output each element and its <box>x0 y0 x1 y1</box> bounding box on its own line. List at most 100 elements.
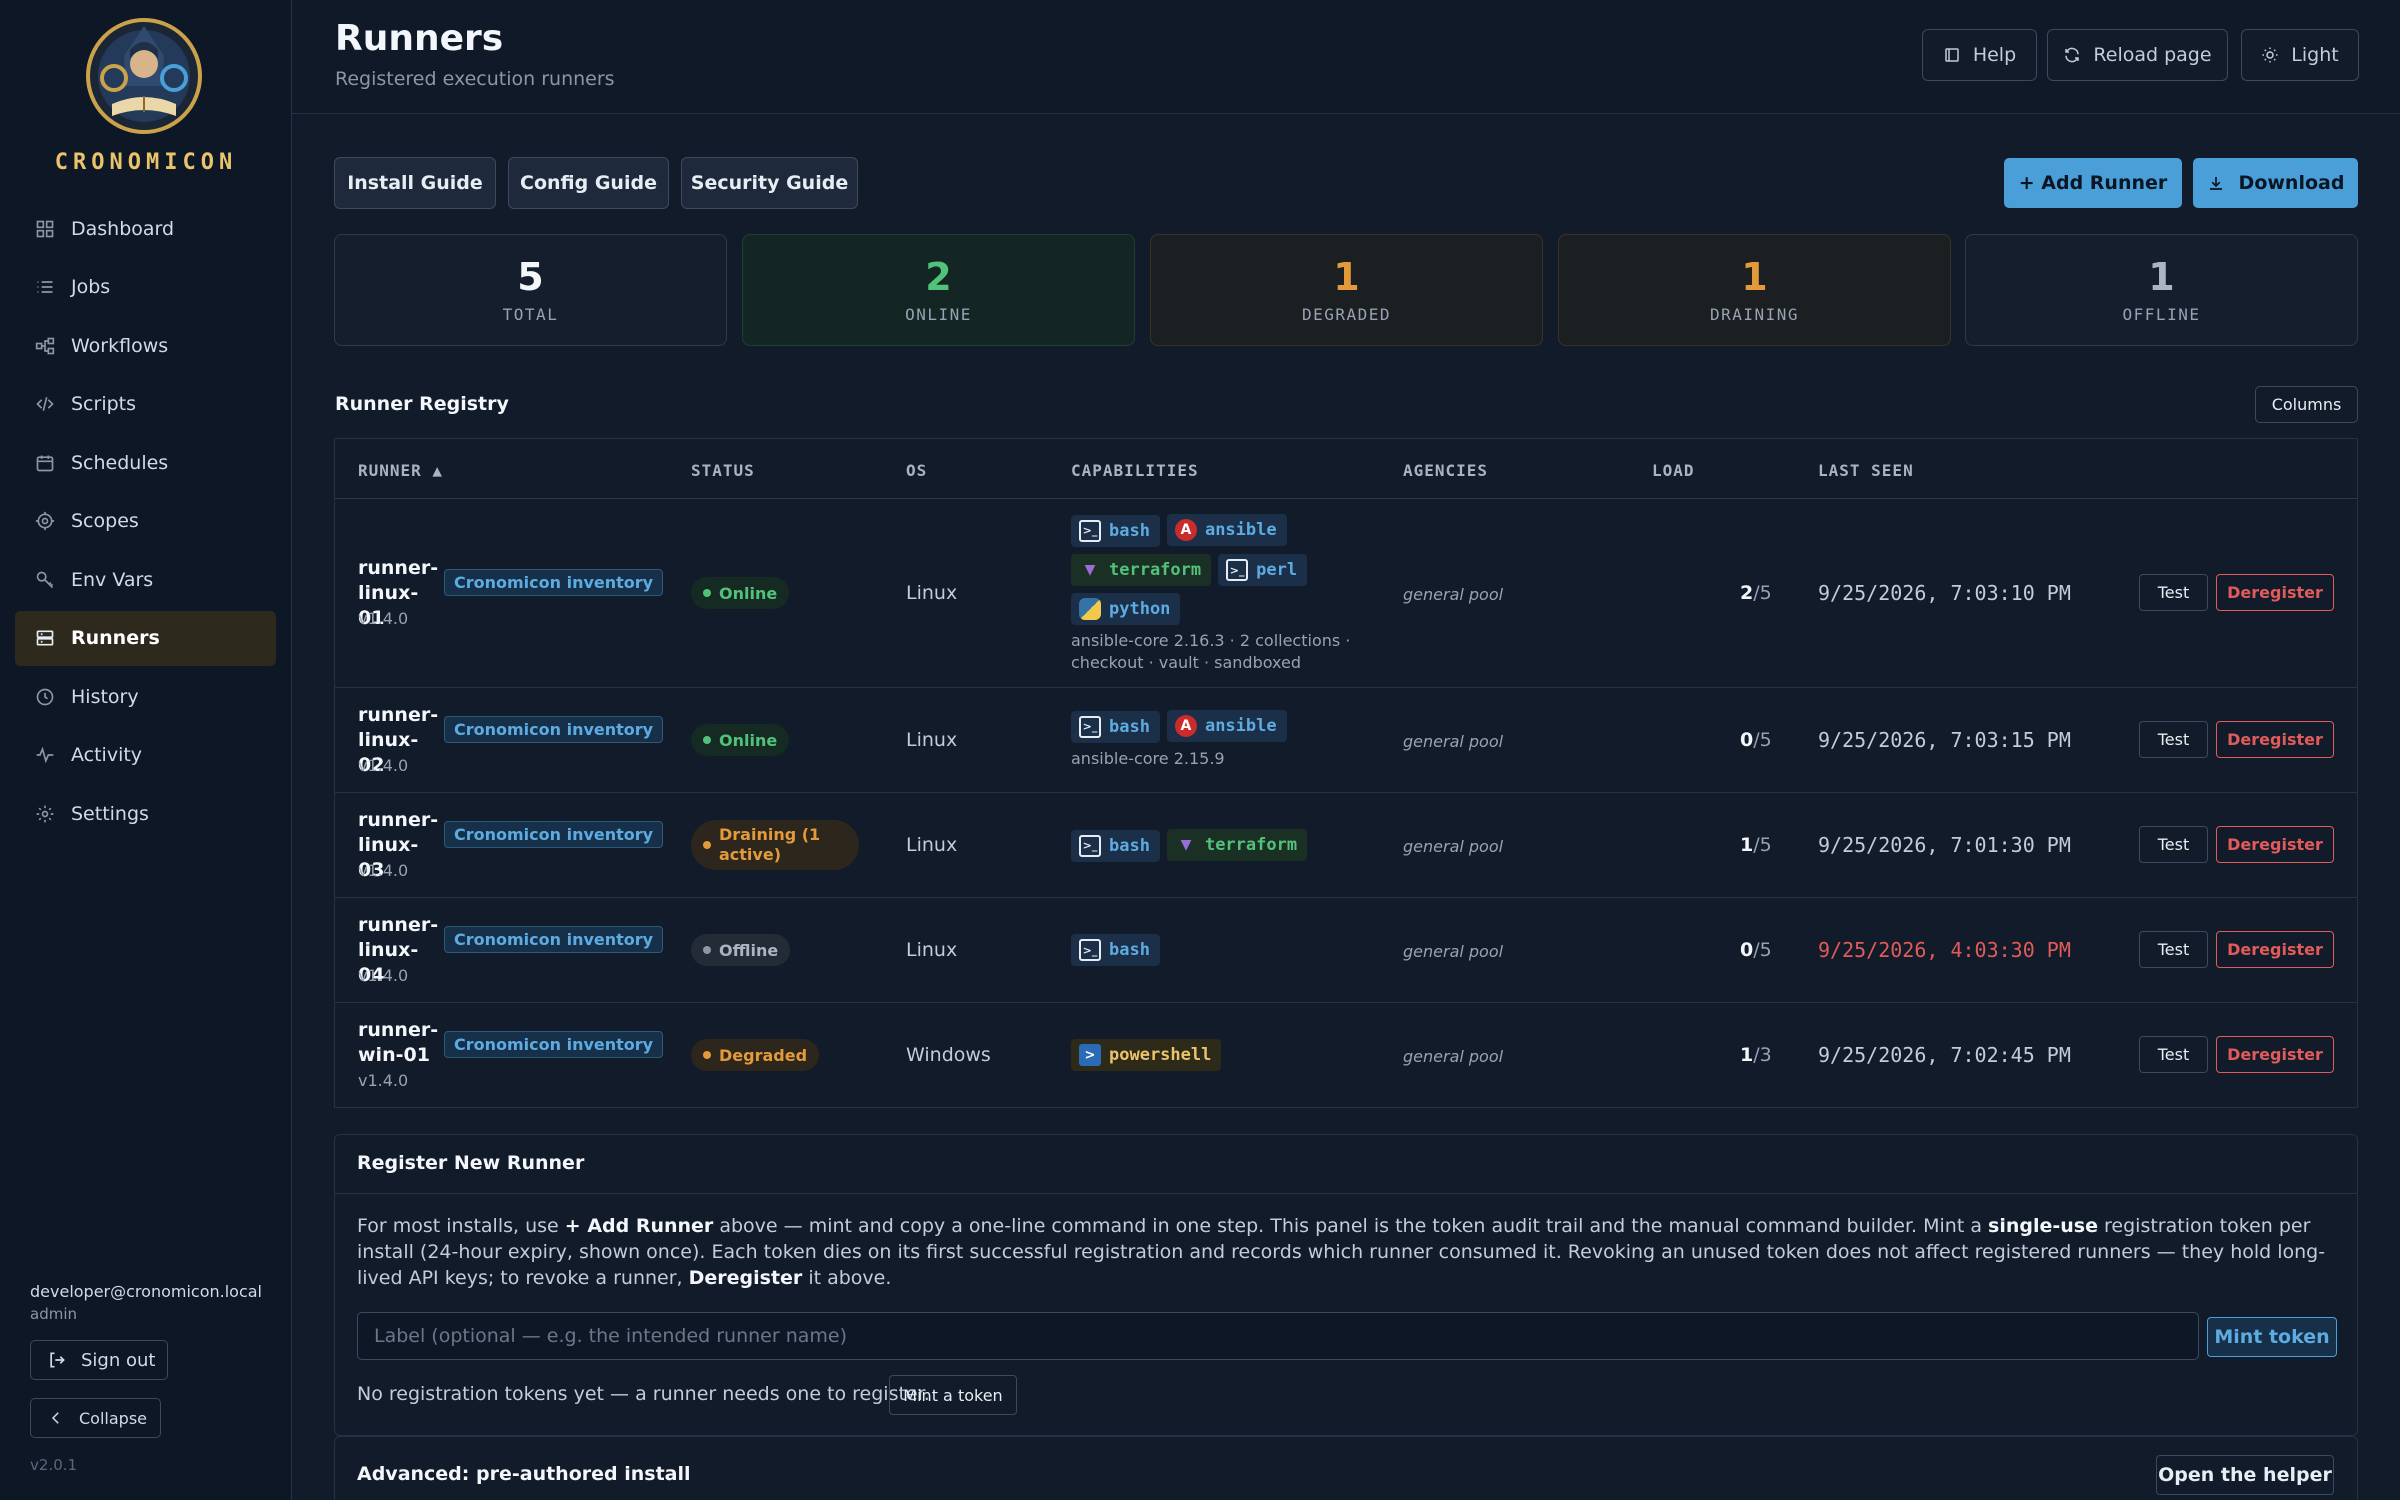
page-header: Runners Registered execution runners Hel… <box>292 0 2400 114</box>
add-runner-button[interactable]: + Add Runner <box>2004 158 2182 208</box>
deregister-button[interactable]: Deregister <box>2216 826 2334 863</box>
capability-label: bash <box>1109 520 1150 541</box>
test-button[interactable]: Test <box>2139 931 2208 968</box>
deregister-button[interactable]: Deregister <box>2216 721 2334 758</box>
col-os[interactable]: OS <box>906 461 927 480</box>
test-button[interactable]: Test <box>2139 826 2208 863</box>
deregister-button[interactable]: Deregister <box>2216 1036 2334 1073</box>
activity-icon <box>33 743 57 767</box>
install-guide-button[interactable]: Install Guide <box>334 157 496 209</box>
capability-label: terraform <box>1109 559 1202 580</box>
security-guide-button[interactable]: Security Guide <box>681 157 858 209</box>
load-max: /5 <box>1753 729 1772 751</box>
terraform-icon: ▼ <box>1084 561 1096 578</box>
sidebar-item-activity[interactable]: Activity <box>15 728 276 783</box>
sidebar-item-jobs[interactable]: Jobs <box>15 260 276 315</box>
status-label: Online <box>719 730 778 750</box>
sign-out-button[interactable]: Sign out <box>30 1340 168 1380</box>
runner-os: Linux <box>906 582 958 604</box>
collapse-button[interactable]: Collapse <box>30 1398 161 1438</box>
terminal-icon: >_ <box>1079 834 1101 857</box>
runner-load: 0/5 <box>1740 939 1772 961</box>
col-status[interactable]: STATUS <box>691 461 755 480</box>
capability-note: ansible-core 2.16.3 · 2 collections · ch… <box>1071 631 1351 672</box>
theme-label: Light <box>2291 44 2339 66</box>
register-panel: Register New Runner For most installs, u… <box>334 1134 2358 1436</box>
status-dot <box>703 589 711 597</box>
terminal-icon: >_ <box>1079 715 1101 738</box>
chevron-left-icon <box>51 1412 59 1424</box>
code-icon <box>33 392 57 416</box>
collapse-label: Collapse <box>79 1408 147 1428</box>
text: above — mint and copy a one-line command… <box>713 1215 1989 1237</box>
theme-toggle-button[interactable]: Light <box>2241 29 2359 81</box>
inventory-tag: Cronomicon inventory <box>444 821 664 848</box>
register-title: Register New Runner <box>357 1152 585 1174</box>
deregister-button[interactable]: Deregister <box>2216 574 2334 611</box>
sidebar-item-workflows[interactable]: Workflows <box>15 318 276 373</box>
runner-load: 1/3 <box>1740 1044 1772 1066</box>
test-button[interactable]: Test <box>2139 721 2208 758</box>
load-max: /3 <box>1753 1044 1772 1066</box>
runner-load: 1/5 <box>1740 834 1772 856</box>
calendar-icon <box>33 451 57 475</box>
columns-button[interactable]: Columns <box>2255 386 2358 423</box>
sidebar-item-schedules[interactable]: Schedules <box>15 435 276 490</box>
runner-version: v1.4.0 <box>358 609 409 628</box>
sidebar-item-scopes[interactable]: Scopes <box>15 494 276 549</box>
sidebar-item-runners[interactable]: Runners <box>15 610 276 666</box>
capability-chip: >_ bash <box>1071 514 1160 547</box>
mint-token-button[interactable]: Mint token <box>2207 1317 2337 1357</box>
table-row: runner-linux-03 v1.4.0 Cronomicon invent… <box>335 793 2357 898</box>
text: it above. <box>802 1267 892 1289</box>
col-runner[interactable]: RUNNER ▲ <box>358 461 443 480</box>
powershell-icon: > <box>1079 1044 1101 1066</box>
capability-chip: ▼ terraform <box>1071 553 1212 586</box>
user-role: admin <box>30 1305 77 1323</box>
load-current: 2 <box>1740 582 1754 604</box>
help-button[interactable]: Help <box>1922 29 2037 81</box>
capability-chip: Aansible <box>1166 710 1287 742</box>
col-last-seen[interactable]: LAST SEEN <box>1818 461 1914 480</box>
runner-agency: general pool <box>1403 942 1504 961</box>
reload-button[interactable]: Reload page <box>2047 29 2228 81</box>
sidebar-item-scripts[interactable]: Scripts <box>15 377 276 432</box>
status-badge: Degraded <box>691 1039 820 1071</box>
capability-chip: >_ bash <box>1071 829 1160 862</box>
sidebar-item-env-vars[interactable]: Env Vars <box>15 552 276 607</box>
deregister-button[interactable]: Deregister <box>2216 931 2334 968</box>
runner-name[interactable]: runner-win-01 <box>358 1018 438 1068</box>
mint-a-token-button[interactable]: Mint a token <box>889 1375 1017 1415</box>
inventory-tag: Cronomicon inventory <box>444 926 664 953</box>
capability-chip: >_ bash <box>1071 710 1160 743</box>
test-button[interactable]: Test <box>2139 574 2208 611</box>
stat-draining: 1 DRAINING <box>1558 234 1951 346</box>
runner-load: 0/5 <box>1740 729 1772 751</box>
capability-chip: > powershell <box>1071 1039 1222 1071</box>
col-agencies[interactable]: AGENCIES <box>1403 461 1488 480</box>
config-guide-button[interactable]: Config Guide <box>508 157 669 209</box>
col-load[interactable]: LOAD <box>1652 461 1695 480</box>
sidebar-item-dashboard[interactable]: Dashboard <box>15 201 276 256</box>
sidebar-item-history[interactable]: History <box>15 669 276 724</box>
status-label: Online <box>719 583 778 603</box>
sidebar-item-settings[interactable]: Settings <box>15 786 276 841</box>
runner-os: Windows <box>906 1044 991 1066</box>
capability-label: bash <box>1109 835 1150 856</box>
stat-value: 1 <box>1333 255 1360 299</box>
token-label-input[interactable] <box>357 1312 2199 1360</box>
sidebar-item-label: Settings <box>71 802 149 825</box>
last-seen: 9/25/2026, 7:03:15 PM <box>1818 728 2071 752</box>
col-capabilities[interactable]: CAPABILITIES <box>1071 461 1199 480</box>
capability-note: ansible-core 2.15.9 <box>1071 748 1225 768</box>
ansible-icon: A <box>1174 519 1197 541</box>
download-button[interactable]: Download <box>2193 158 2358 208</box>
capability-chip: >_ bash <box>1071 934 1160 966</box>
capability-chip: >_ perl <box>1218 554 1308 586</box>
stat-value: 1 <box>1741 255 1768 299</box>
capability-chip: Aansible <box>1166 514 1287 546</box>
reload-label: Reload page <box>2093 44 2212 66</box>
sidebar-item-label: Env Vars <box>71 568 154 591</box>
open-helper-button[interactable]: Open the helper <box>2156 1455 2334 1495</box>
test-button[interactable]: Test <box>2139 1036 2208 1073</box>
